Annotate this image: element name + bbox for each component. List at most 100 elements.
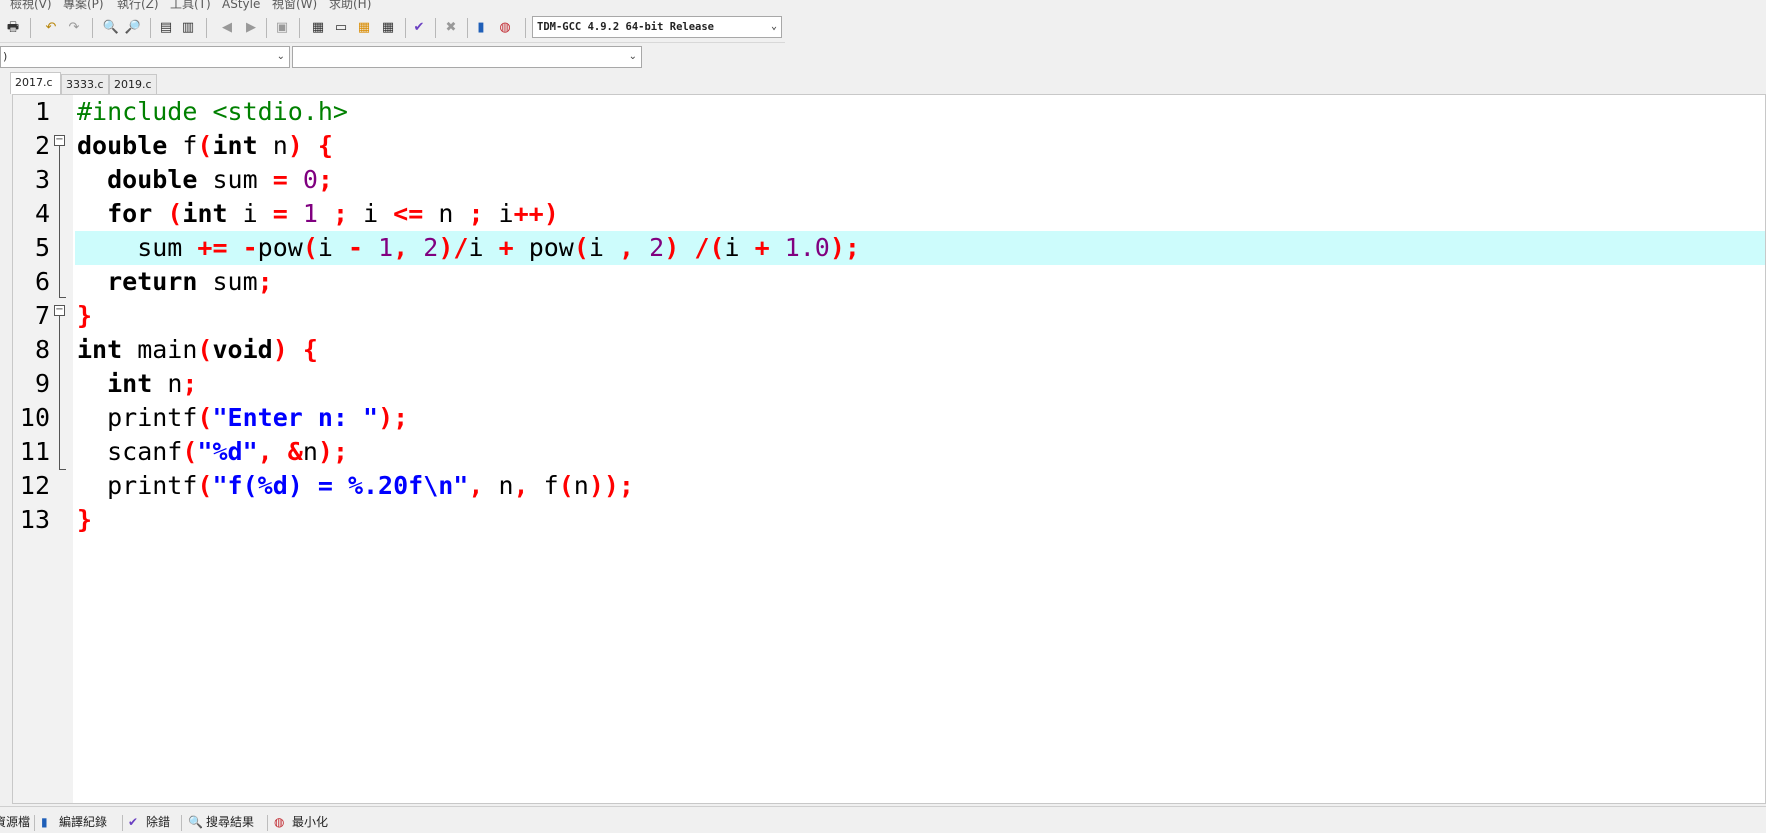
code-line[interactable]: 10 printf("Enter n: "); [13, 401, 1765, 435]
bookmark-forward-icon[interactable]: ▶ [242, 19, 260, 37]
tab-minimize[interactable]: ◍ 最小化 [274, 813, 328, 831]
chevron-down-icon[interactable]: ⌄ [771, 17, 777, 37]
menu-astyle[interactable]: AStyle [222, 0, 260, 10]
tab-compile-log[interactable]: ▮ 編譯紀錄 [41, 813, 107, 831]
line-number: 11 [19, 437, 50, 466]
line-number: 12 [19, 471, 50, 500]
code-token: printf [77, 471, 198, 500]
tab-debug[interactable]: ✔ 除錯 [128, 813, 170, 831]
tab-2019-c[interactable]: 2019.c [109, 74, 157, 94]
code-token: i [483, 199, 514, 228]
code-token: i [724, 233, 755, 262]
menu-project[interactable]: 專案(P) [63, 0, 104, 10]
profile-icon[interactable]: ◍ [496, 19, 514, 37]
replace-icon[interactable]: 🔎 [124, 19, 142, 37]
class-browser-icon[interactable]: ▦ [379, 19, 397, 37]
check-icon[interactable]: ✔ [410, 19, 428, 37]
project-options-icon[interactable]: ▦ [355, 19, 373, 37]
tab-search-results[interactable]: 🔍 搜尋結果 [188, 813, 254, 831]
tab-2017-c[interactable]: 2017.c [10, 72, 61, 94]
code-line[interactable]: 9 int n; [13, 367, 1765, 401]
function-select[interactable]: ⌄ [292, 46, 642, 68]
code-text: sum += -pow(i - 1, 2)/i + pow(i , 2) /(i… [75, 231, 1765, 265]
code-token: n [257, 131, 288, 160]
menu-tools[interactable]: 工具(T) [170, 0, 211, 10]
code-token: = [272, 199, 288, 228]
bookmark-back-icon[interactable]: ◀ [218, 19, 236, 37]
new-project-icon[interactable]: ▦ [309, 19, 327, 37]
code-line[interactable]: 11 scanf("%d", &n); [13, 435, 1765, 469]
unindent-icon[interactable]: ▥ [179, 19, 197, 37]
code-line[interactable]: 6 return sum; [13, 265, 1765, 299]
code-text: } [75, 299, 1765, 333]
tab-resources[interactable]: 資源檔 [0, 813, 30, 831]
code-token: double [77, 131, 168, 160]
toolbar-separator [92, 18, 93, 38]
compiler-select[interactable]: TDM-GCC 4.9.2 64-bit Release ⌄ [532, 16, 782, 38]
code-line[interactable]: 13} [13, 503, 1765, 537]
code-token: ; [182, 369, 198, 398]
undo-icon[interactable]: ↶ [42, 19, 60, 37]
code-token: } [77, 301, 93, 330]
code-text: int n; [75, 367, 1765, 401]
indent-icon[interactable]: ▤ [157, 19, 175, 37]
code-text: printf("f(%d) = %.20f\n", n, f(n)); [75, 469, 1765, 503]
menu-help[interactable]: 求助(H) [329, 0, 371, 10]
code-token: , [468, 471, 484, 500]
code-line[interactable]: 3 double sum = 0; [13, 163, 1765, 197]
code-token: n [423, 199, 469, 228]
code-line[interactable]: 2 double f(int n) { [13, 129, 1765, 163]
code-token: 1 [302, 199, 318, 228]
code-token: void [212, 335, 273, 364]
menu-execute[interactable]: 執行(Z) [117, 0, 159, 10]
redo-icon[interactable]: ↷ [65, 19, 83, 37]
menu-view[interactable]: 檢視(V) [10, 0, 52, 10]
code-line[interactable]: 4 for (int i = 1 ; i <= n ; i++) [13, 197, 1765, 231]
find-icon[interactable]: 🔍 [102, 19, 120, 37]
menu-window[interactable]: 視窗(W) [272, 0, 317, 10]
code-token: i [348, 199, 394, 228]
code-token: ; [468, 199, 484, 228]
find-icon: 🔍 [188, 815, 203, 829]
class-select[interactable]: ) ⌄ [0, 46, 290, 68]
code-line[interactable]: 5 sum += -pow(i - 1, 2)/i + pow(i , 2) /… [13, 231, 1765, 265]
goto-icon[interactable]: ▣ [273, 19, 291, 37]
code-token: ( [182, 437, 198, 466]
code-token: ); [317, 437, 348, 466]
toolbar-separator [299, 18, 300, 38]
toolbar-separator [435, 18, 436, 38]
code-line[interactable]: 1 #include <stdio.h> [13, 95, 1765, 129]
line-number: 1 [34, 97, 50, 126]
tab-separator [122, 815, 123, 831]
code-token: { [317, 131, 333, 160]
fold-toggle-icon[interactable]: − [54, 135, 65, 146]
code-token: n [483, 471, 514, 500]
fold-end-marker [59, 297, 66, 298]
code-line[interactable]: 7} [13, 299, 1765, 333]
code-token: f [528, 471, 559, 500]
code-line[interactable]: 12 printf("f(%d) = %.20f\n", n, f(n)); [13, 469, 1765, 503]
code-token: ; [332, 199, 349, 228]
print-icon[interactable]: 🖶 [4, 19, 22, 37]
chevron-down-icon[interactable]: ⌄ [629, 47, 637, 67]
close-icon[interactable]: ✖ [442, 19, 460, 37]
chevron-down-icon[interactable]: ⌄ [277, 47, 285, 67]
chart-icon[interactable]: ▮ [472, 19, 490, 37]
open-project-icon[interactable]: ▭ [332, 19, 350, 37]
code-editor[interactable]: 1 #include <stdio.h> 2 double f(int n) {3 d… [12, 94, 1766, 804]
scope-bar: ) ⌄ ⌄ [0, 44, 643, 70]
line-number: 2 [34, 131, 50, 160]
code-token: for [107, 199, 153, 228]
fold-toggle-icon[interactable]: − [54, 305, 65, 316]
tab-3333-c[interactable]: 3333.c [61, 74, 109, 94]
code-line[interactable]: 8 int main(void) { [13, 333, 1765, 367]
fold-guide [59, 146, 60, 298]
compiler-select-value: TDM-GCC 4.9.2 64-bit Release [537, 21, 715, 33]
code-token: sum [197, 267, 258, 296]
